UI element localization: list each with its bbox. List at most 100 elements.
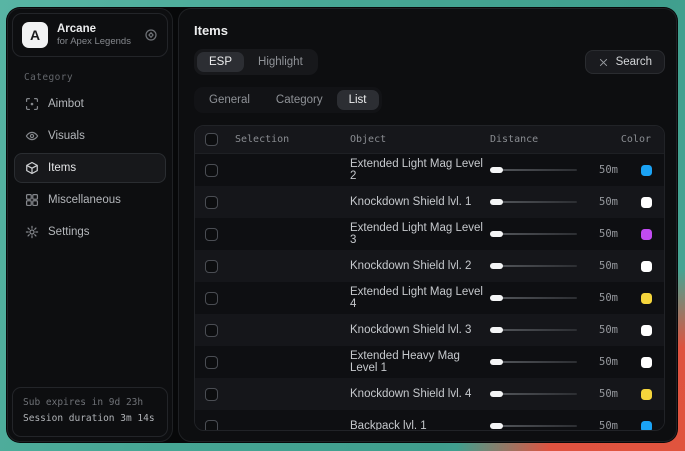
slider-thumb[interactable] [490, 327, 503, 333]
row-checkbox[interactable] [205, 164, 218, 177]
table-row: Knockdown Shield lvl. 4 50m [195, 378, 664, 410]
color-swatch[interactable] [641, 197, 652, 208]
app-window: A Arcane for Apex Legends Category Aimbo… [6, 7, 678, 443]
distance-value: 50m [590, 420, 618, 431]
category-label: Category [24, 72, 168, 83]
sidebar: A Arcane for Apex Legends Category Aimbo… [7, 8, 173, 442]
row-checkbox[interactable] [205, 388, 218, 401]
view-tab-list[interactable]: List [337, 90, 379, 110]
slider-thumb[interactable] [490, 199, 503, 205]
view-tab-category[interactable]: Category [264, 90, 335, 110]
sidebar-item-label: Settings [48, 226, 90, 238]
view-tab-general[interactable]: General [197, 90, 262, 110]
row-checkbox[interactable] [205, 196, 218, 209]
slider-thumb[interactable] [490, 391, 503, 397]
distance-value: 50m [590, 260, 618, 272]
sub-expires-text: Sub expires in 9d 23h [23, 395, 157, 412]
mode-tab-esp[interactable]: ESP [197, 52, 244, 72]
view-tabs: GeneralCategoryList [194, 87, 382, 113]
table-header: Selection Object Distance Color [195, 126, 664, 154]
search-button[interactable]: Search [585, 50, 665, 74]
row-checkbox[interactable] [205, 324, 218, 337]
color-swatch[interactable] [641, 261, 652, 272]
object-name: Extended Light Mag Level 3 [350, 222, 490, 246]
table-row: Backpack lvl. 1 50m [195, 410, 664, 431]
mode-tab-highlight[interactable]: Highlight [246, 52, 315, 72]
distance-value: 50m [590, 164, 618, 176]
slider-thumb[interactable] [490, 263, 503, 269]
distance-value: 50m [590, 356, 618, 368]
color-swatch[interactable] [641, 389, 652, 400]
slider-thumb[interactable] [490, 423, 503, 429]
gear-icon [25, 225, 39, 239]
table-row: Extended Light Mag Level 2 50m [195, 154, 664, 186]
row-checkbox[interactable] [205, 260, 218, 273]
distance-slider[interactable] [490, 420, 581, 431]
color-swatch[interactable] [641, 229, 652, 240]
crosshair-icon [25, 97, 39, 111]
eye-icon [25, 129, 39, 143]
color-swatch[interactable] [641, 293, 652, 304]
select-all-checkbox[interactable] [205, 133, 218, 146]
distance-value: 50m [590, 228, 618, 240]
distance-slider[interactable] [490, 164, 581, 176]
sidebar-item-label: Aimbot [48, 98, 84, 110]
table-row: Extended Light Mag Level 3 50m [195, 218, 664, 250]
row-checkbox[interactable] [205, 228, 218, 241]
sidebar-item-items[interactable]: Items [14, 153, 166, 183]
distance-slider[interactable] [490, 324, 581, 336]
distance-slider[interactable] [490, 292, 581, 304]
search-button-label: Search [616, 56, 652, 68]
table-row: Extended Heavy Mag Level 1 50m [195, 346, 664, 378]
app-name: Arcane [57, 22, 131, 36]
session-duration-text: Session duration 3m 14s [23, 411, 157, 428]
slider-thumb[interactable] [490, 295, 503, 301]
sidebar-item-miscellaneous[interactable]: Miscellaneous [14, 185, 166, 215]
color-swatch[interactable] [641, 357, 652, 368]
slider-thumb[interactable] [490, 231, 503, 237]
sidebar-item-settings[interactable]: Settings [14, 217, 166, 247]
distance-value: 50m [590, 292, 618, 304]
pin-icon[interactable] [144, 28, 158, 42]
column-header-selection: Selection [235, 134, 350, 145]
sidebar-item-visuals[interactable]: Visuals [14, 121, 166, 151]
object-name: Extended Heavy Mag Level 1 [350, 350, 490, 374]
sidebar-nav: Aimbot Visuals Items Miscellaneous Setti… [12, 88, 168, 248]
distance-value: 50m [590, 388, 618, 400]
distance-value: 50m [590, 196, 618, 208]
column-header-distance: Distance [490, 134, 618, 145]
mode-tabs: ESPHighlight [194, 49, 318, 75]
sidebar-item-label: Items [48, 162, 76, 174]
row-checkbox[interactable] [205, 356, 218, 369]
x-icon [598, 57, 609, 68]
row-checkbox[interactable] [205, 420, 218, 432]
grid-icon [25, 193, 39, 207]
object-name: Backpack lvl. 1 [350, 420, 490, 431]
distance-slider[interactable] [490, 228, 581, 240]
sidebar-item-aimbot[interactable]: Aimbot [14, 89, 166, 119]
color-swatch[interactable] [641, 421, 652, 432]
app-subtitle: for Apex Legends [57, 36, 131, 48]
distance-slider[interactable] [490, 260, 581, 272]
object-name: Extended Light Mag Level 4 [350, 286, 490, 310]
distance-value: 50m [590, 324, 618, 336]
slider-thumb[interactable] [490, 167, 503, 173]
table-row: Knockdown Shield lvl. 3 50m [195, 314, 664, 346]
brand-header: A Arcane for Apex Legends [12, 13, 168, 57]
distance-slider[interactable] [490, 388, 581, 400]
sidebar-item-label: Miscellaneous [48, 194, 121, 206]
color-swatch[interactable] [641, 165, 652, 176]
row-checkbox[interactable] [205, 292, 218, 305]
sidebar-item-label: Visuals [48, 130, 85, 142]
column-header-color: Color [618, 134, 652, 145]
package-icon [25, 161, 39, 175]
slider-thumb[interactable] [490, 359, 503, 365]
object-name: Knockdown Shield lvl. 2 [350, 260, 490, 272]
table-row: Knockdown Shield lvl. 2 50m [195, 250, 664, 282]
table-row: Knockdown Shield lvl. 1 50m [195, 186, 664, 218]
object-name: Extended Light Mag Level 2 [350, 158, 490, 182]
color-swatch[interactable] [641, 325, 652, 336]
app-logo: A [22, 22, 48, 48]
distance-slider[interactable] [490, 196, 581, 208]
distance-slider[interactable] [490, 356, 581, 368]
